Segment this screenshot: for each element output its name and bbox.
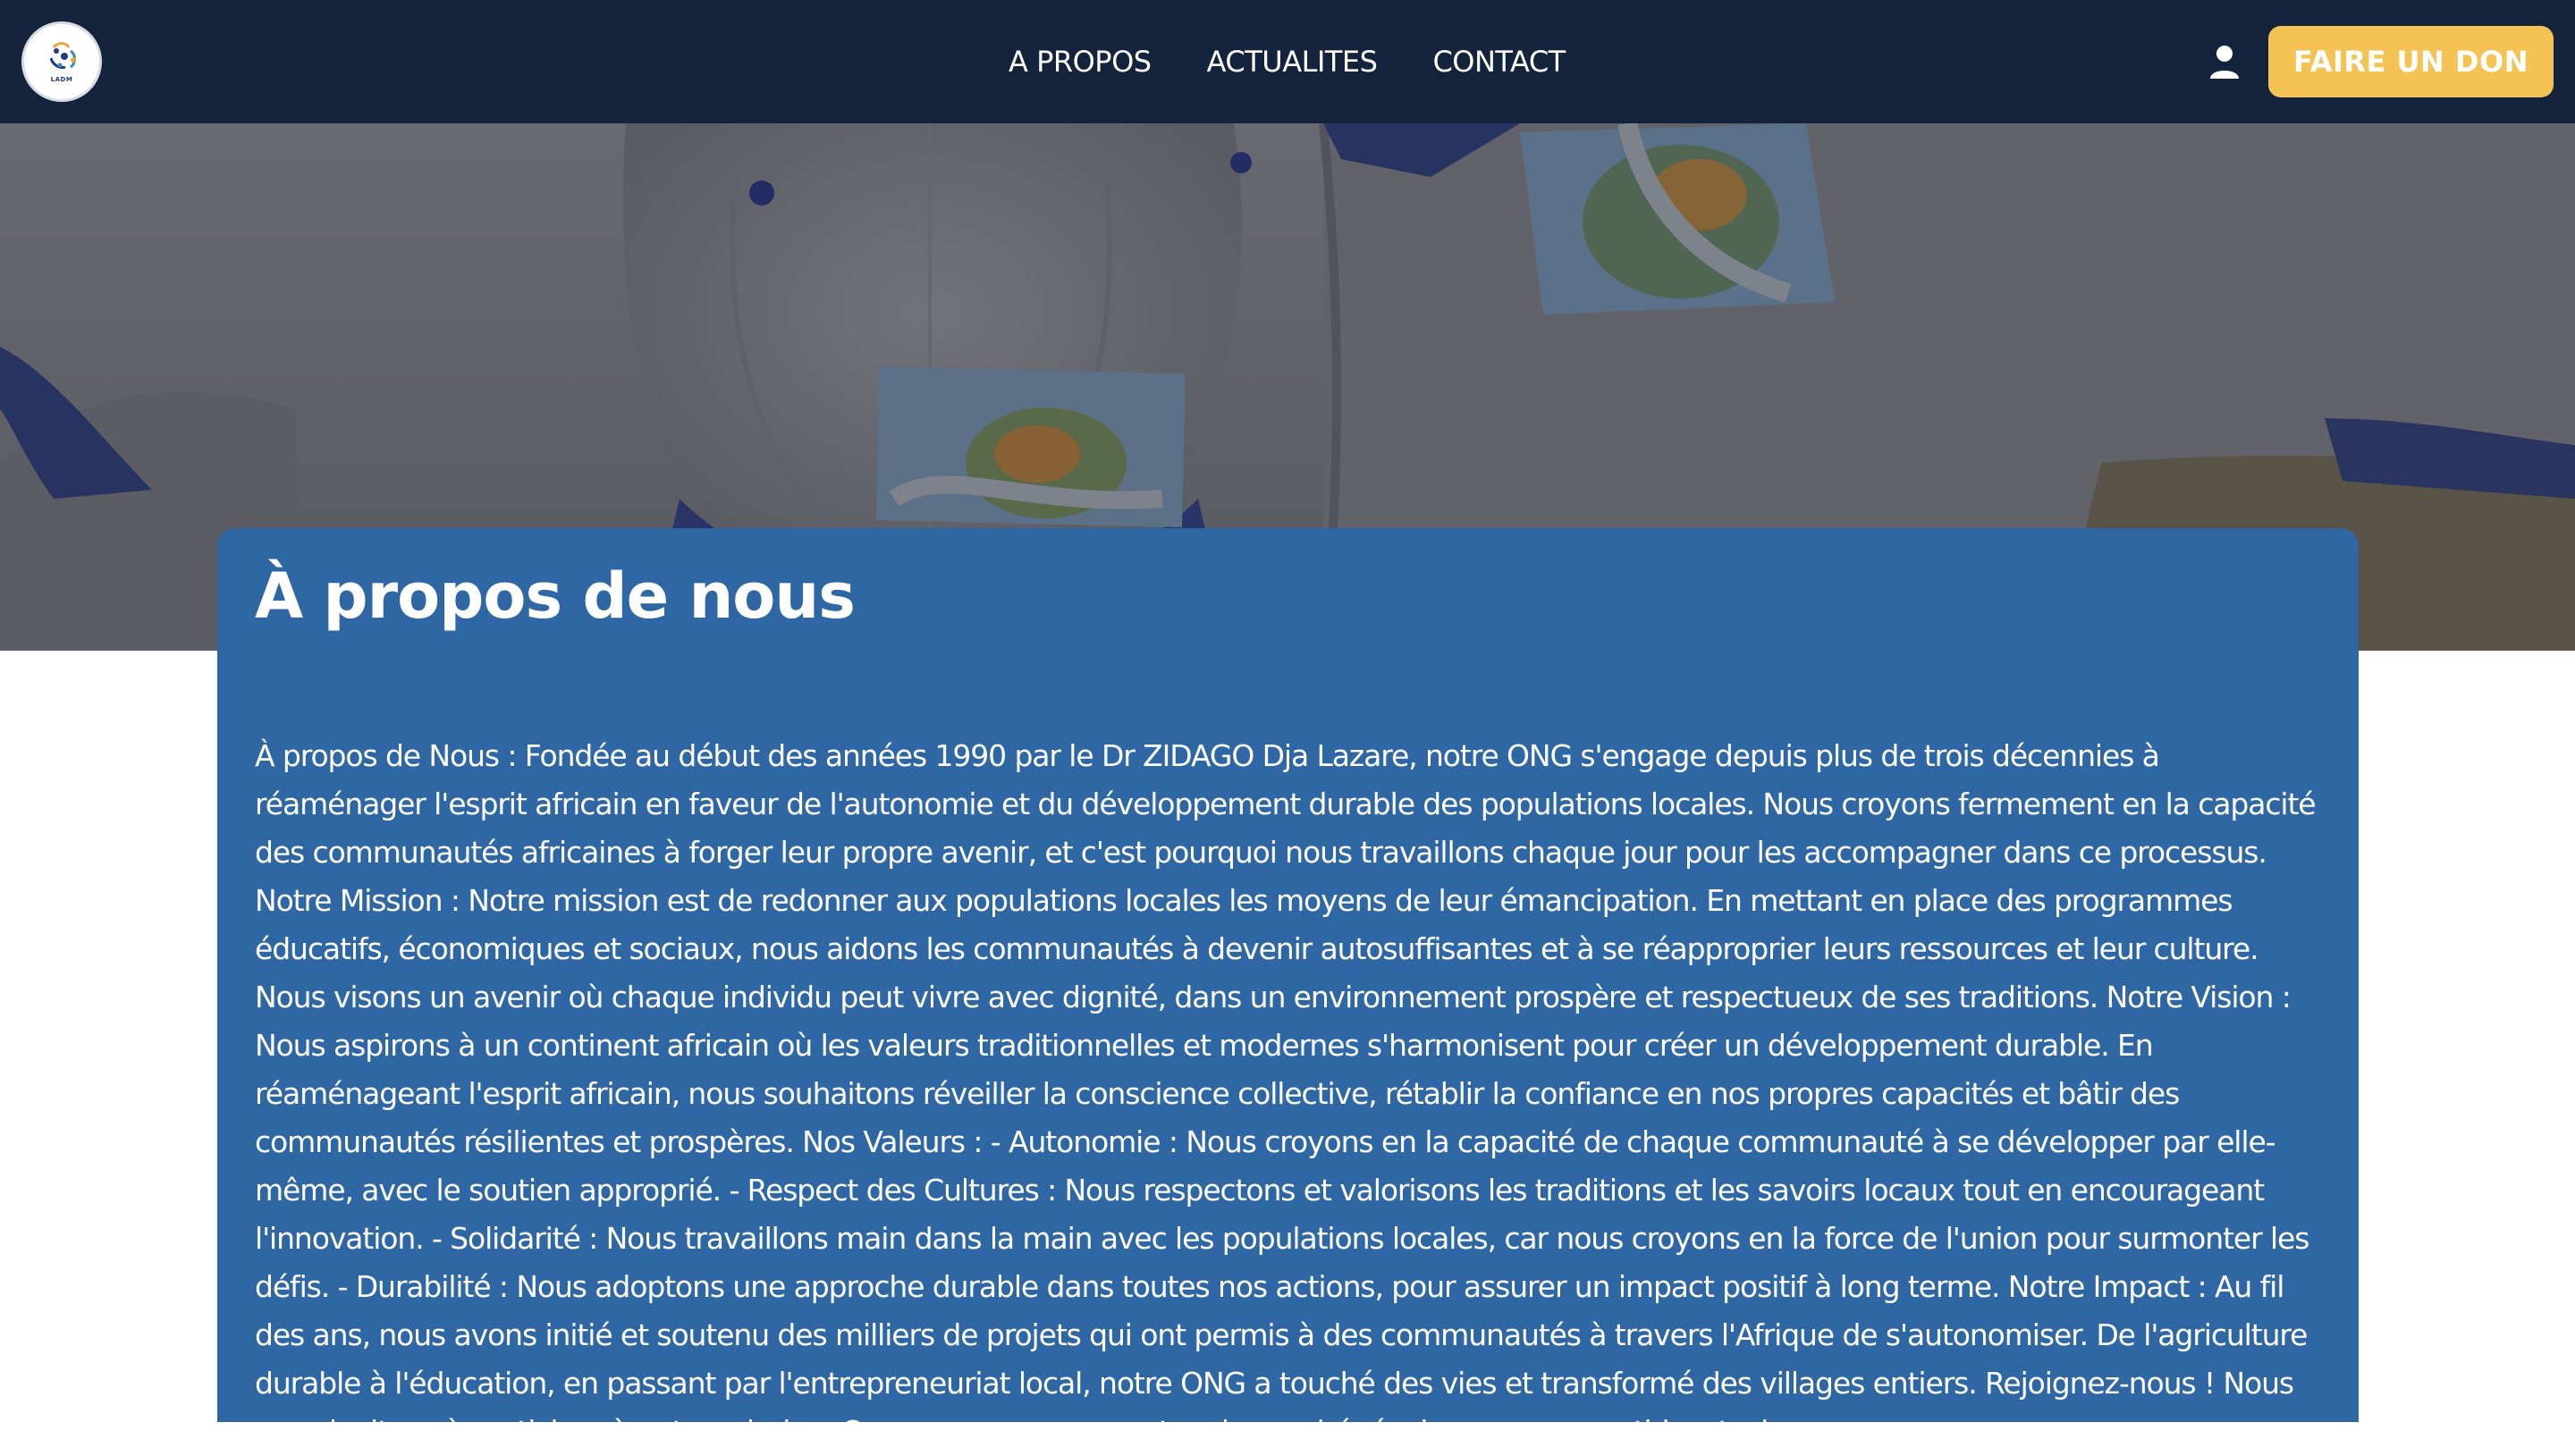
- donate-button[interactable]: FAIRE UN DON: [2268, 26, 2554, 97]
- nav-link-contact[interactable]: CONTACT: [1432, 39, 1566, 84]
- logo-emblem-icon: [49, 42, 76, 69]
- page-title: À propos de nous: [255, 560, 856, 633]
- site-header: LADM A PROPOS ACTUALITES CONTACT FAIRE U…: [0, 0, 2575, 123]
- site-logo[interactable]: LADM: [21, 21, 102, 102]
- about-card: À propos de nous À propos de Nous : Fond…: [217, 528, 2359, 1449]
- user-icon[interactable]: [2207, 43, 2242, 82]
- logo-text: LADM: [50, 76, 73, 83]
- nav-link-actualites[interactable]: ACTUALITES: [1207, 39, 1378, 84]
- main-nav: A PROPOS ACTUALITES CONTACT: [1009, 39, 1566, 84]
- nav-link-a-propos[interactable]: A PROPOS: [1009, 39, 1152, 84]
- about-text: À propos de Nous : Fondée au début des a…: [255, 738, 2317, 1449]
